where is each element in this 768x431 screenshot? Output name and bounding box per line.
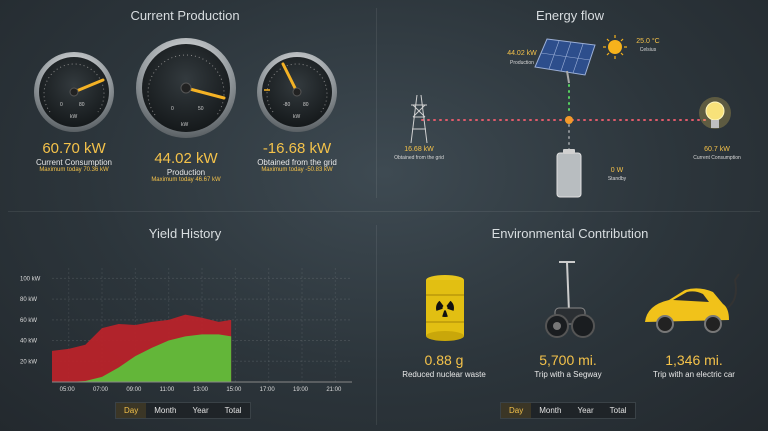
x-tick-label: 13:00 [193, 387, 209, 393]
tab-day[interactable]: Day [116, 403, 147, 418]
gauge-scale-left: 0 [60, 102, 63, 108]
tab-total[interactable]: Total [602, 403, 635, 418]
environmental-title: Environmental Contribution [491, 226, 649, 241]
nuclear-barrel-icon [426, 275, 464, 341]
gauge-scale-right: 80 [303, 102, 309, 108]
consumption-label: Current Consumption [35, 158, 113, 167]
car-value: 1,346 mi. [665, 352, 723, 368]
electric-car-icon [645, 273, 740, 333]
y-tick-label: 20 kW [20, 359, 37, 365]
gauge-scale-right: 50 [198, 106, 204, 112]
tab-total[interactable]: Total [217, 403, 250, 418]
consumption-value: 60.70 kW [42, 140, 106, 157]
yield-period-tabs: Day Month Year Total [115, 402, 251, 419]
environmental-icons [426, 261, 740, 341]
grid-gauge [257, 52, 337, 132]
nuclear-value: 0.88 g [424, 352, 464, 368]
gauge-3-labels: -16.68 kW Obtained from the grid Maximum… [237, 140, 357, 173]
flow-grid-value: 16.68 kW [404, 146, 434, 153]
power-pylon-icon [410, 94, 428, 144]
environmental-period-tabs: Day Month Year Total [500, 402, 636, 419]
gauge-2-labels: 44.02 kW Production Maximum today 46.67 … [126, 150, 246, 183]
segway-value: 5,700 mi. [539, 352, 597, 368]
x-tick-label: 09:00 [126, 387, 142, 393]
flow-consumption-value: 60.7 kW [704, 146, 730, 153]
flow-grid-label: Obtained from the grid [394, 155, 444, 161]
tab-month[interactable]: Month [531, 403, 569, 418]
grid-label: Obtained from the grid [257, 158, 337, 167]
flow-junction [565, 116, 573, 124]
flow-production-value: 44.02 kW [507, 50, 537, 57]
env-item-car: 1,346 mi. Trip with an electric car [634, 352, 754, 379]
gauge-1-labels: 60.70 kW Current Consumption Maximum tod… [14, 140, 134, 173]
yield-chart: 100 kW 80 kW 60 kW 40 kW 20 kW 05:00 07:00 09:0… [20, 268, 352, 393]
flow-weather-label: Celsius [639, 47, 657, 53]
sun-icon [603, 35, 627, 59]
y-tick-label: 100 kW [20, 276, 41, 282]
tab-year[interactable]: Year [569, 403, 601, 418]
gauge-unit: kW [181, 122, 189, 128]
env-item-segway: 5,700 mi. Trip with a Segway [508, 352, 628, 379]
production-label: Production [166, 168, 206, 177]
segway-label: Trip with a Segway [534, 370, 602, 379]
gauge-scale-left: -80 [283, 102, 290, 108]
gauge-scale-left: 0 [171, 106, 174, 112]
tab-year[interactable]: Year [184, 403, 216, 418]
segway-icon [545, 261, 595, 338]
flow-storage-value: 0 W [610, 167, 624, 174]
x-tick-label: 17:00 [260, 387, 276, 393]
energy-flow-title: Energy flow [536, 8, 604, 23]
production-value: 44.02 kW [154, 150, 218, 167]
grid-value: -16.68 kW [262, 140, 332, 157]
x-tick-label: 07:00 [93, 387, 109, 393]
x-tick-label: 21:00 [326, 387, 342, 393]
flow-production-label: Production [510, 60, 534, 66]
nuclear-label: Reduced nuclear waste [402, 370, 486, 379]
flow-temperature: 25.0 °C [636, 38, 660, 45]
production-max: Maximum today 46.67 kW [151, 177, 221, 183]
y-tick-label: 80 kW [20, 297, 37, 303]
consumption-max: Maximum today 70.36 kW [39, 167, 109, 173]
tab-month[interactable]: Month [146, 403, 184, 418]
tab-day[interactable]: Day [501, 403, 532, 418]
y-tick-label: 40 kW [20, 339, 37, 345]
energy-flow-diagram [410, 35, 731, 198]
storage-battery-icon [556, 149, 582, 198]
car-label: Trip with an electric car [653, 370, 735, 379]
yield-history-title: Yield History [148, 226, 222, 241]
divider-horizontal [8, 211, 760, 212]
x-tick-label: 19:00 [293, 387, 309, 393]
y-tick-label: 60 kW [20, 318, 37, 324]
light-bulb-icon [699, 97, 731, 129]
x-tick-label: 11:00 [160, 387, 175, 393]
gauge-unit: kW [70, 114, 78, 120]
gauge-unit: kW [293, 114, 301, 120]
x-tick-label: 15:00 [226, 387, 242, 393]
grid-max: Maximum today -50.83 kW [261, 167, 333, 173]
x-tick-label: 05:00 [60, 387, 76, 393]
gauge-scale-right: 80 [79, 102, 85, 108]
flow-storage-label: Standby [607, 176, 627, 182]
flow-consumption-label: Current Consumption [693, 155, 741, 161]
consumption-gauge [34, 52, 114, 132]
env-item-nuclear: 0.88 g Reduced nuclear waste [384, 352, 504, 379]
